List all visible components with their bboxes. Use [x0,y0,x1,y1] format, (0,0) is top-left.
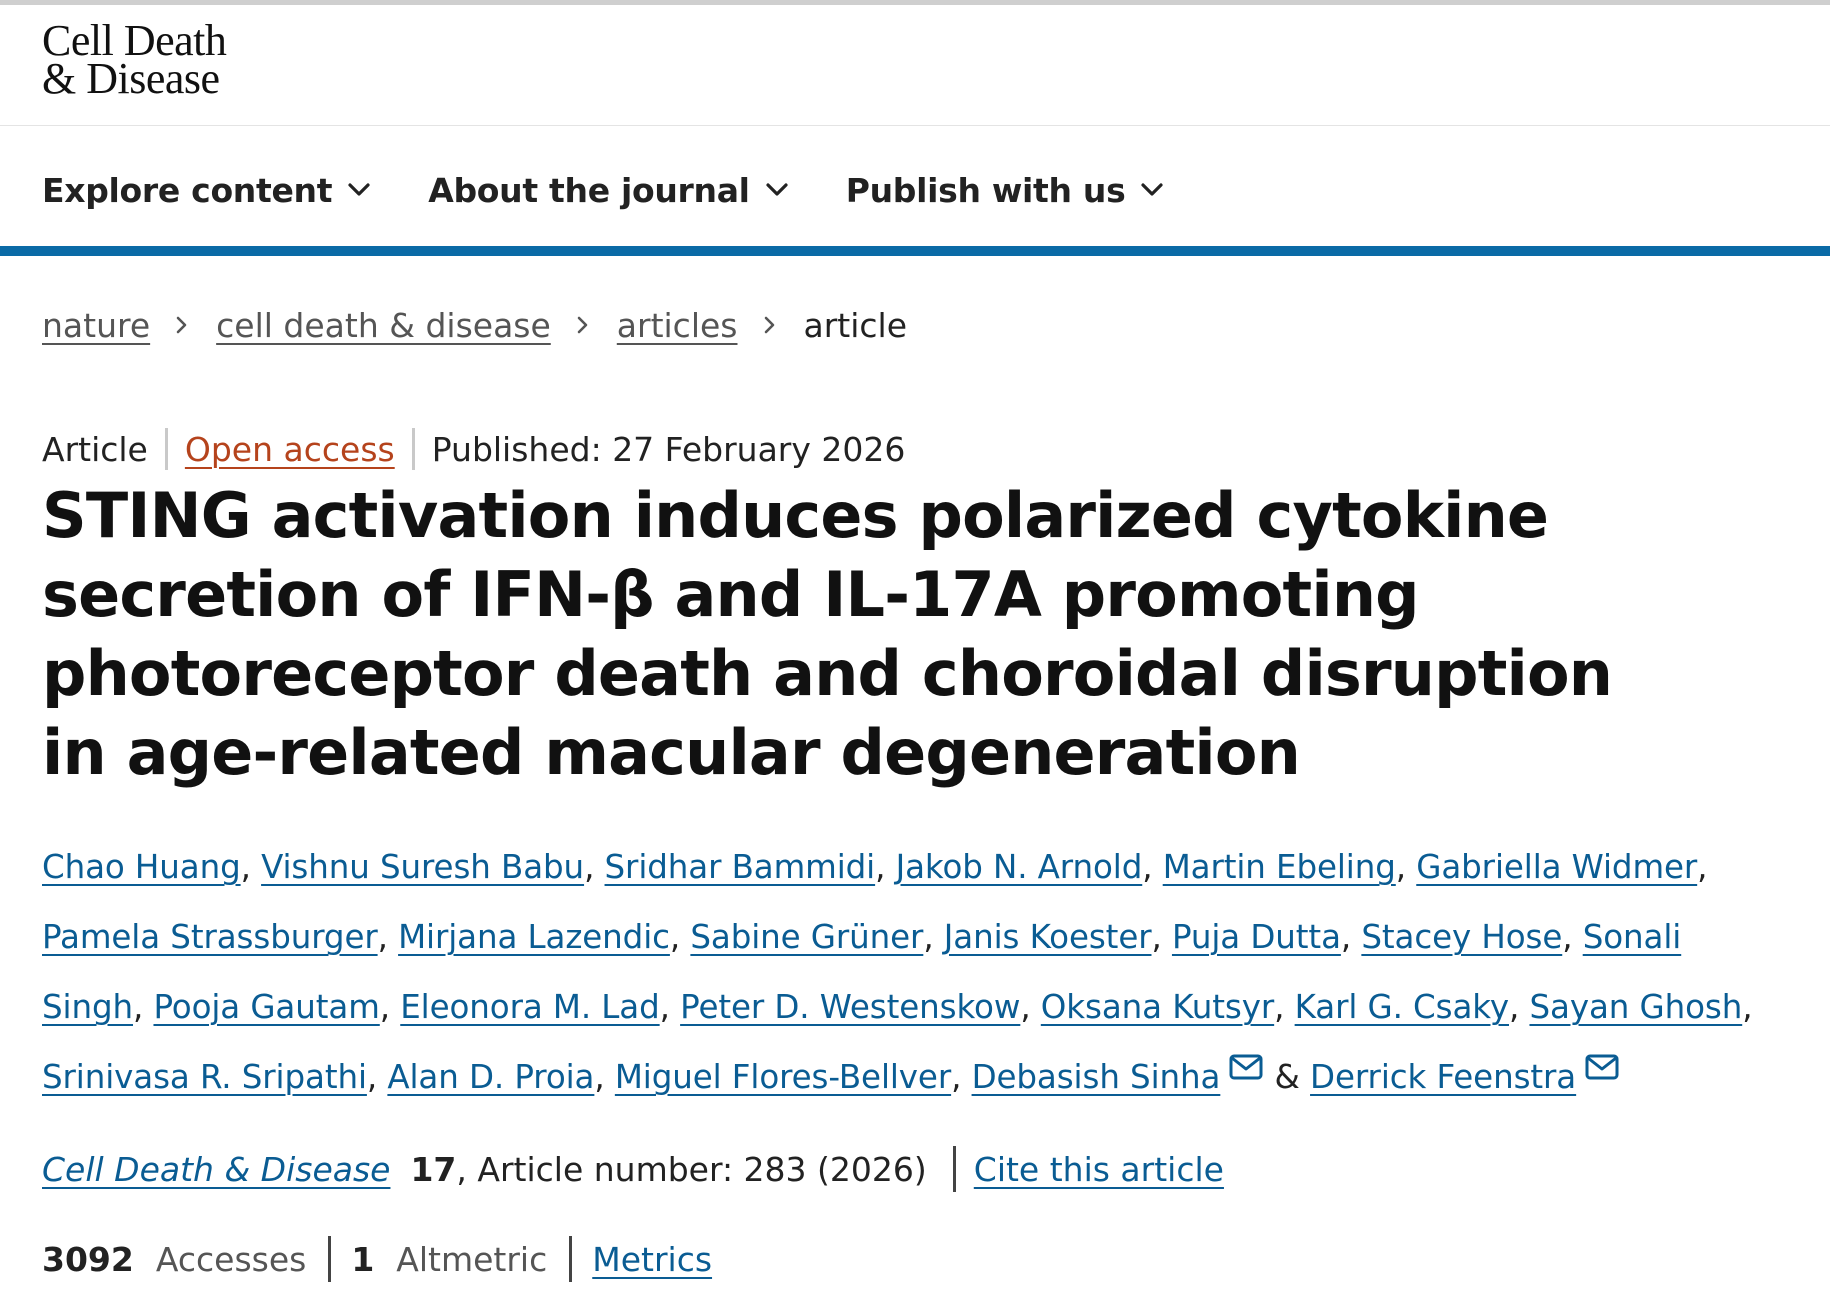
author-link[interactable]: Jakob N. Arnold [896,848,1143,886]
author-separator: , [923,918,944,956]
author-separator: , [1562,918,1583,956]
nav-item-label: Publish with us [845,170,1126,210]
author-link[interactable]: Alan D. Proia [387,1058,594,1096]
breadcrumb: nature cell death & disease articles art… [42,303,907,347]
author-separator: , [366,1058,388,1096]
journal-logo[interactable]: Cell Death & Disease [42,19,227,103]
top-strip [0,0,1830,5]
nav-accent-bar [0,246,1830,256]
author-separator: , [1697,848,1708,886]
mail-icon[interactable] [1584,1052,1620,1082]
author-link[interactable]: Sabine Grüner [690,918,923,956]
main-nav: Explore content About the journal Publis… [42,165,1221,215]
author-list: Chao Huang, Vishnu Suresh Babu, Sridhar … [42,832,1762,1112]
meta-divider [164,428,168,470]
author-separator: & [1264,1058,1311,1096]
author-link[interactable]: Oksana Kutsyr [1041,988,1274,1026]
nav-publish-with-us[interactable]: Publish with us [846,171,1164,210]
meta-divider [411,428,415,470]
author-separator: , [1142,848,1163,886]
author-link[interactable]: Derrick Feenstra [1310,1058,1576,1096]
logo-line-2: & Disease [42,54,220,103]
author-separator: , [379,988,401,1026]
author-link[interactable]: Mirjana Lazendic [398,918,670,956]
nav-item-label: About the journal [428,170,750,210]
header-divider [0,125,1830,126]
author-separator: , [659,988,681,1026]
altmetric-count: 1 [351,1239,375,1279]
author-separator: , [875,848,896,886]
article-type: Article [42,429,148,469]
author-link[interactable]: Srinivasa R. Sripathi [42,1058,367,1096]
author-separator: , [1274,988,1295,1026]
volume-number: 17 [410,1149,457,1189]
author-link[interactable]: Gabriella Widmer [1416,848,1697,886]
author-separator: , [1395,848,1417,886]
author-separator: , [1020,988,1041,1026]
mail-icon[interactable] [1228,1052,1264,1082]
nav-item-label: Explore content [42,170,333,210]
author-link[interactable]: Puja Dutta [1172,918,1341,956]
chevron-down-icon [1141,183,1164,196]
chevron-right-icon [176,316,187,334]
author-link[interactable]: Janis Koester [944,918,1152,956]
breadcrumb-link-journal[interactable]: cell death & disease [216,306,551,345]
author-link[interactable]: Karl G. Csaky [1295,988,1509,1026]
open-access-link[interactable]: Open access [185,430,395,469]
author-link[interactable]: Martin Ebeling [1163,848,1396,886]
citation-line: Cell Death & Disease 17 , Article number… [42,1146,1224,1192]
author-separator: , [133,988,154,1026]
journal-link[interactable]: Cell Death & Disease [42,1150,390,1189]
chevron-right-icon [577,316,588,334]
metrics-divider [569,1236,573,1282]
author-link[interactable]: Stacey Hose [1361,918,1562,956]
author-separator: , [1151,918,1172,956]
chevron-down-icon [348,183,370,196]
author-separator: , [1509,988,1530,1026]
author-separator: , [240,848,262,886]
nav-about-the-journal[interactable]: About the journal [428,170,788,210]
chevron-down-icon [766,183,788,196]
nav-explore-content[interactable]: Explore content [42,171,370,210]
metrics-divider [328,1236,332,1282]
author-link[interactable]: Chao Huang [42,848,241,886]
chevron-right-icon [764,316,774,334]
author-link[interactable]: Pamela Strassburger [42,918,378,956]
author-separator: , [1340,918,1362,956]
author-separator: , [1742,988,1753,1026]
accesses-count: 3092 [42,1239,134,1279]
author-link[interactable]: Pooja Gautam [153,988,379,1026]
breadcrumb-link-articles[interactable]: articles [617,306,738,345]
author-separator: , [594,1058,615,1096]
author-link[interactable]: Peter D. Westenskow [680,988,1020,1026]
author-separator: , [584,848,605,886]
article-metrics: 3092 Accesses 1 Altmetric Metrics [42,1236,712,1282]
article-number: , Article number: 283 (2026) [456,1149,927,1189]
author-link[interactable]: Sayan Ghosh [1529,988,1742,1026]
cite-this-article-link[interactable]: Cite this article [974,1150,1224,1189]
author-separator: , [377,918,399,956]
breadcrumb-current: article [803,305,908,345]
citation-divider [952,1146,956,1192]
article-meta: Article Open access Published: 27 Februa… [42,427,905,471]
altmetric-label: Altmetric [396,1239,548,1279]
accesses-label: Accesses [155,1239,307,1279]
author-link[interactable]: Eleonora M. Lad [400,988,659,1026]
author-separator: , [669,918,691,956]
author-link[interactable]: Debasish Sinha [972,1058,1221,1096]
breadcrumb-link-nature[interactable]: nature [42,306,150,345]
metrics-link[interactable]: Metrics [592,1240,712,1279]
published-date: Published: 27 February 2026 [431,429,906,469]
author-link[interactable]: Vishnu Suresh Babu [261,848,584,886]
author-link[interactable]: Miguel Flores-Bellver [615,1058,951,1096]
author-separator: , [951,1058,972,1096]
author-link[interactable]: Sridhar Bammidi [605,848,876,886]
article-title: STING activation induces polarized cytok… [42,479,1613,789]
